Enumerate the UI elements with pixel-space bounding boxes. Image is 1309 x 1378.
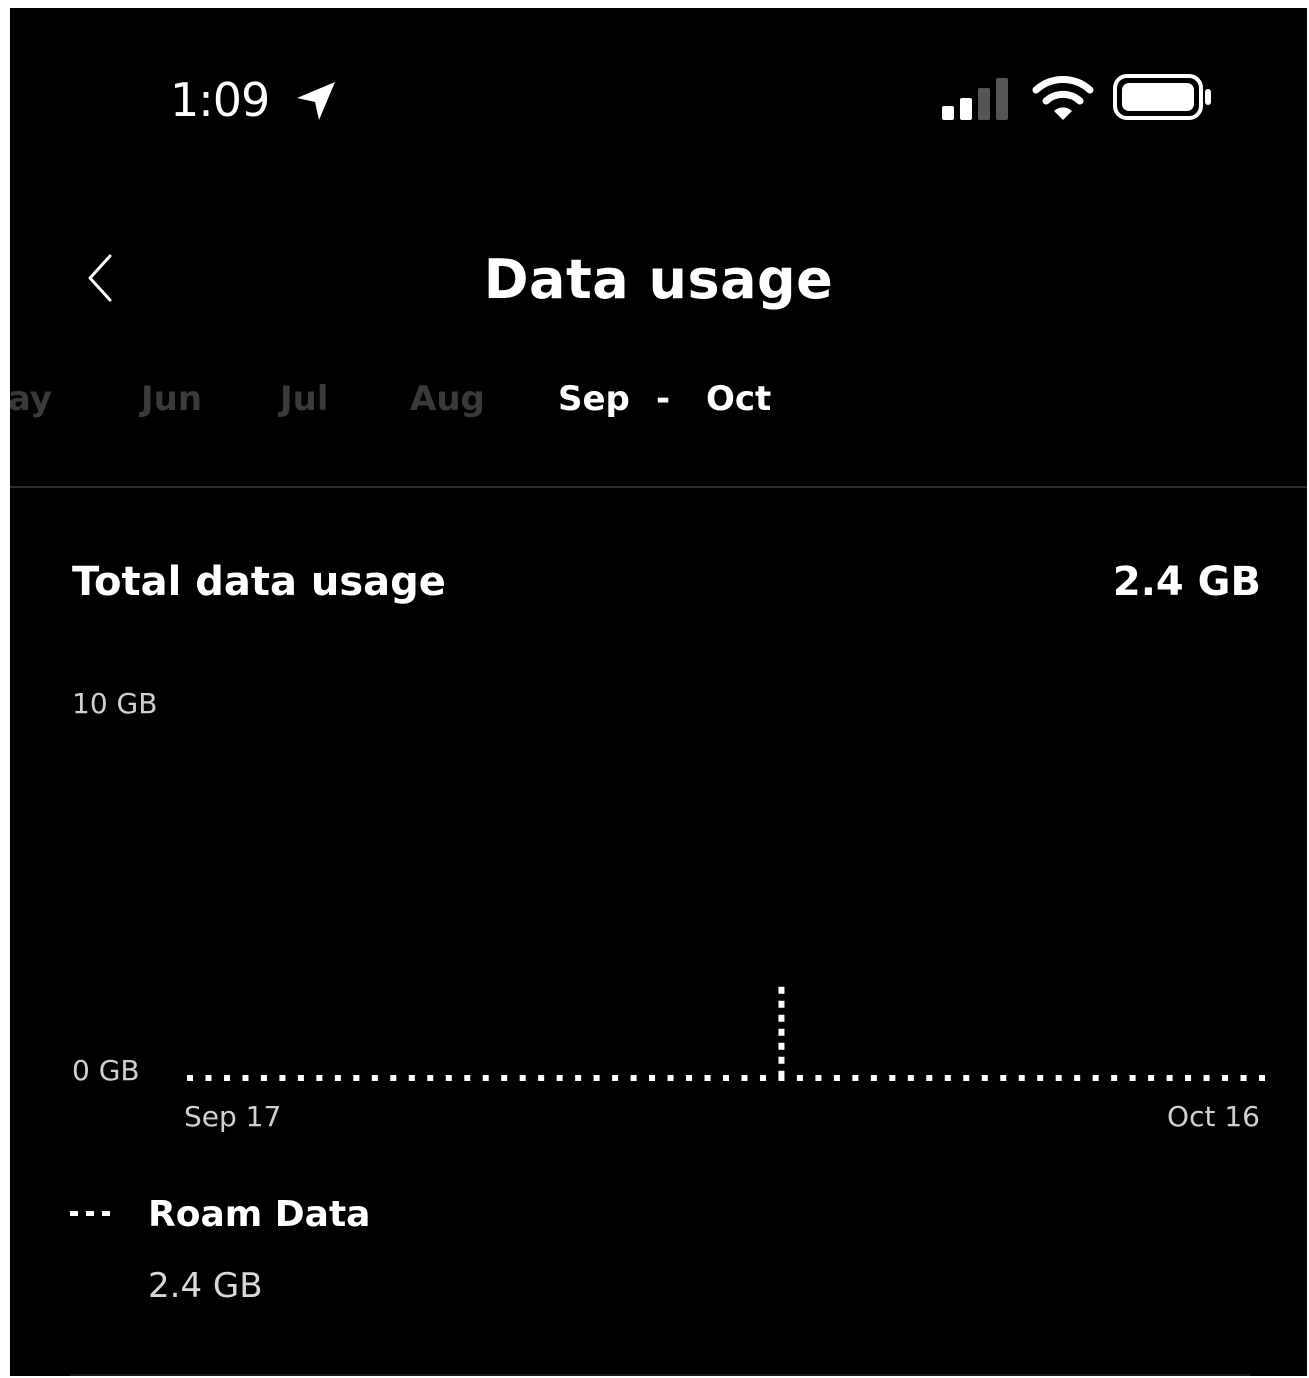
series-0-baseline-dot-mid-6	[427, 1075, 434, 1081]
tab-month-may[interactable]: May	[10, 374, 52, 424]
series-0-baseline-dot-mid-24	[1092, 1075, 1099, 1081]
series-0-baseline-dot-5	[371, 1075, 378, 1081]
series-0-baseline-dot-mid-12	[649, 1075, 656, 1081]
series-0-baseline-dot-1	[223, 1075, 230, 1081]
legend-series-name: Roam Data	[148, 1194, 371, 1235]
series-0-baseline-dot-18	[852, 1075, 859, 1081]
series-0-baseline-dot-13	[667, 1075, 674, 1081]
series-0-baseline-dot-mid-3	[316, 1075, 323, 1081]
tab-month-aug[interactable]: Aug	[410, 374, 485, 424]
series-0-baseline-dot-24	[1074, 1075, 1081, 1081]
tab-range-end[interactable]: Oct	[706, 374, 771, 424]
battery-icon	[1113, 74, 1211, 120]
series-0-baseline-dot-mid-18	[870, 1075, 877, 1081]
series-0-baseline-dot-12	[630, 1075, 637, 1081]
cellular-signal-icon	[942, 78, 1008, 120]
legend-swatch-dotted	[70, 1211, 110, 1216]
tab-month-jun[interactable]: Jun	[141, 374, 202, 424]
series-0-baseline-dot-7	[445, 1075, 452, 1081]
series-0-baseline-dot-mid-16	[796, 1075, 803, 1081]
series-0-baseline-dot-23	[1037, 1075, 1044, 1081]
series-0-baseline-dot-mid-21	[981, 1075, 988, 1081]
series-0-baseline-dot-27	[1185, 1075, 1192, 1081]
tab-range-start[interactable]: Sep	[558, 374, 630, 424]
series-0-baseline-dot-4	[334, 1075, 341, 1081]
series-0-baseline-dot-29	[1259, 1075, 1265, 1081]
series-0-baseline-dot-3	[297, 1075, 304, 1081]
series-0-baseline-dot-mid-26	[1166, 1075, 1173, 1081]
series-0-baseline-dot-mid-14	[723, 1075, 729, 1081]
series-0-baseline-dot-mid-20	[944, 1075, 951, 1081]
tab-month-jul[interactable]: Jul	[280, 374, 329, 424]
series-0-baseline-dot-mid-0	[205, 1075, 212, 1081]
chart-marks	[187, 986, 1265, 1081]
series-0-baseline-dot-15	[741, 1075, 748, 1081]
divider	[10, 486, 1307, 488]
series-0-baseline-dot-9	[519, 1075, 526, 1081]
usage-chart: 10 GB 0 GB Sep 17 Oct 16	[72, 687, 1265, 1133]
x-tick-label-start: Sep 17	[184, 1100, 281, 1133]
location-arrow-icon	[297, 82, 335, 120]
month-selector: May Jun Jul Aug Sep - Oct	[10, 374, 1307, 424]
y-tick-label-top: 10 GB	[72, 687, 157, 720]
series-0-baseline-dot-mid-11	[612, 1075, 619, 1081]
series-0-baseline-dot-6	[408, 1075, 415, 1081]
series-0-baseline-dot-26	[1148, 1075, 1155, 1081]
series-0-baseline-dot-21	[963, 1075, 970, 1081]
series-0-baseline-dot-mid-1	[242, 1075, 249, 1081]
series-0-baseline-dot-28	[1222, 1075, 1229, 1081]
series-0-baseline-dot-mid-9	[538, 1075, 545, 1081]
series-0-baseline-dot-mid-13	[686, 1075, 693, 1081]
series-0-baseline-dot-mid-17	[833, 1075, 840, 1081]
total-usage-value: 2.4 GB	[1112, 559, 1261, 605]
status-time: 1:09	[170, 73, 270, 127]
series-0-baseline-dot-11	[593, 1075, 600, 1081]
legend-series-value: 2.4 GB	[148, 1266, 263, 1306]
series-0-baseline-dot-mid-19	[907, 1075, 914, 1081]
data-usage-screen: 1:09 Data usage May Jun Jul Aug Sep - Oc…	[10, 8, 1307, 1376]
series-0-baseline-dot-mid-5	[390, 1075, 397, 1081]
series-0-baseline-dot-mid-22	[1018, 1075, 1025, 1081]
series-0-baseline-dot-mid-27	[1203, 1075, 1210, 1081]
series-0-baseline-dot-22	[1000, 1075, 1007, 1081]
series-0-baseline-dot-14	[704, 1075, 711, 1081]
series-0-baseline-dot-17	[815, 1075, 822, 1081]
total-usage-label: Total data usage	[72, 559, 446, 605]
tab-range-separator: -	[656, 379, 671, 419]
series-0-baseline-dot-mid-4	[353, 1075, 360, 1081]
series-0-baseline-dot-20	[926, 1075, 933, 1081]
series-0-baseline-dot-0	[187, 1075, 193, 1081]
y-tick-label-bottom: 0 GB	[72, 1054, 140, 1087]
series-0-baseline-dot-mid-23	[1055, 1075, 1062, 1081]
series-0-baseline-dot-8	[482, 1075, 489, 1081]
series-0-baseline-dot-mid-8	[501, 1075, 508, 1081]
series-0-baseline-dot-mid-2	[279, 1075, 286, 1081]
series-0-baseline-dot-mid-25	[1129, 1075, 1136, 1081]
bottom-divider	[70, 1374, 1250, 1376]
x-tick-label-end: Oct 16	[1167, 1100, 1260, 1133]
series-0-baseline-dot-19	[889, 1075, 896, 1081]
series-0-baseline-dot-10	[556, 1075, 563, 1081]
series-0-baseline-dot-mid-7	[464, 1075, 471, 1081]
wifi-icon	[1032, 76, 1094, 120]
series-0-baseline-dot-2	[260, 1075, 267, 1081]
page-title: Data usage	[483, 248, 834, 311]
series-0-baseline-dot-mid-28	[1240, 1075, 1247, 1081]
series-0-baseline-dot-mid-10	[575, 1075, 582, 1081]
series-0-baseline-dot-25	[1111, 1075, 1118, 1081]
series-0-baseline-dot-mid-15	[759, 1075, 766, 1081]
